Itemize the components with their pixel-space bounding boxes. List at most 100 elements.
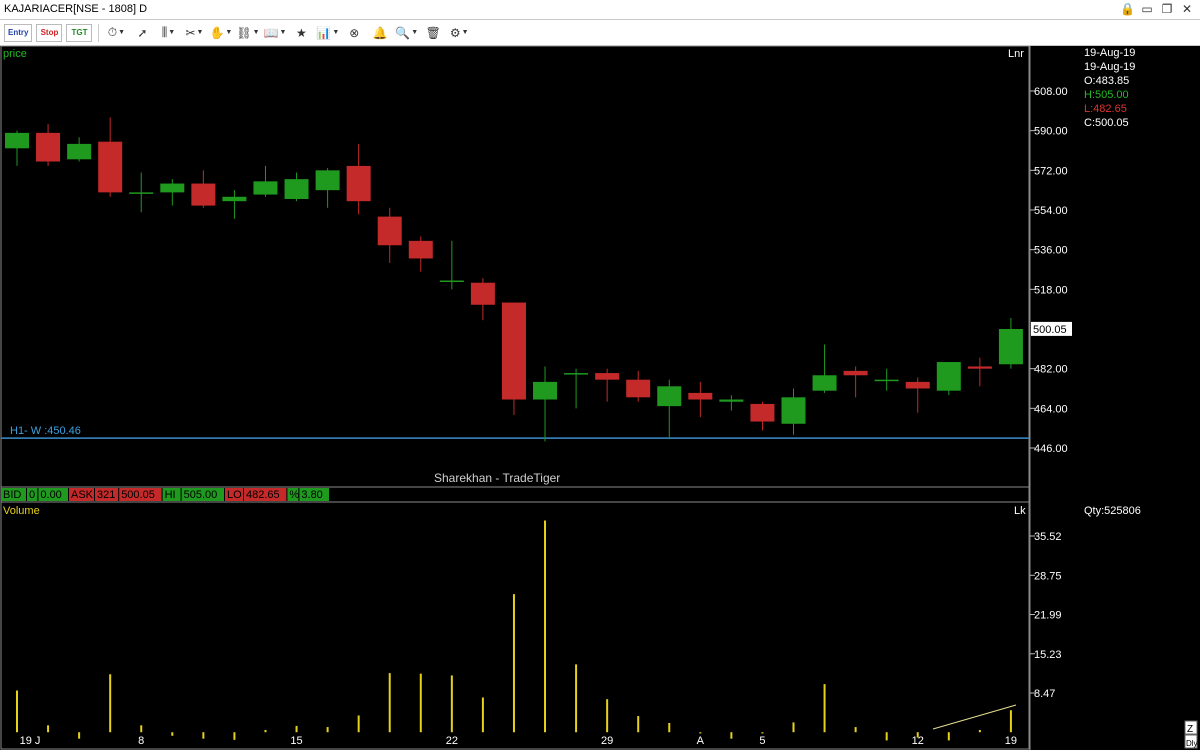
candle: [781, 388, 806, 435]
quote-value: 3.80: [301, 489, 322, 501]
volume-trend-line: [932, 704, 1017, 730]
zoom-corner-label: Z: [1187, 724, 1193, 735]
link-icon[interactable]: ⛓ ▼: [236, 23, 259, 43]
compare-icon[interactable]: ⊗: [343, 23, 365, 43]
candle: [843, 366, 868, 398]
stop-button[interactable]: Stop: [36, 23, 63, 42]
candle: [315, 168, 340, 208]
price-tick-label: 590.00: [1034, 126, 1068, 138]
price-tick-label: 482.00: [1034, 364, 1068, 376]
candle-body: [688, 392, 713, 400]
candle-body: [595, 373, 620, 380]
ohlc-close: C:500.05: [1084, 117, 1129, 129]
candle: [967, 357, 992, 387]
candle: [812, 344, 837, 393]
candle: [595, 368, 620, 402]
delete-icon[interactable]: 🗑: [422, 23, 444, 43]
close-icon[interactable]: ✕: [1180, 1, 1194, 17]
volume-tick-label: 35.52: [1034, 531, 1062, 543]
candle: [533, 366, 558, 442]
ohlc-date2: 19-Aug-19: [1084, 61, 1135, 73]
date-tick-label: 22: [446, 735, 458, 747]
date-tick-label: 19: [1005, 735, 1017, 747]
ohlc-open: O:483.85: [1084, 75, 1129, 87]
indicator-icon[interactable]: 📊 ▼: [316, 23, 339, 43]
candle: [750, 401, 775, 431]
hand-icon[interactable]: ✋ ▼: [209, 23, 232, 43]
candle-body: [222, 196, 247, 202]
price-tick-label: 500.05: [1033, 324, 1067, 336]
quote-label: HI: [165, 489, 176, 501]
settings-gear-icon[interactable]: ⚙ ▼: [448, 23, 470, 43]
quote-value: 0.00: [40, 489, 61, 501]
candle-body: [501, 302, 526, 400]
candle-body: [284, 179, 309, 199]
tgt-button[interactable]: TGT: [66, 23, 93, 42]
date-tick-label: 5: [759, 735, 765, 747]
candle-body: [626, 379, 651, 398]
candle: [36, 124, 61, 166]
candle: [439, 240, 464, 290]
candle-body: [967, 366, 992, 369]
quote-label: LO: [227, 489, 242, 501]
candle-body: [470, 282, 495, 305]
candle-body: [129, 192, 154, 194]
quote-label: BID: [3, 489, 21, 501]
price-tick-label: 572.00: [1034, 165, 1068, 177]
candle-body: [719, 399, 744, 402]
volume-tick-label: 8.47: [1034, 688, 1055, 700]
candle: [719, 395, 744, 411]
candle-type-icon[interactable]: ⫼ ▼: [157, 23, 179, 43]
quote-value: 0: [29, 489, 35, 501]
price-tick-label: 608.00: [1034, 86, 1068, 98]
price-scale-label: Lnr: [1008, 48, 1024, 60]
candle-body: [533, 381, 558, 400]
star-icon[interactable]: ★: [290, 23, 312, 43]
toolbar-divider: [98, 23, 100, 42]
candle: [408, 236, 433, 272]
candle-body: [936, 362, 961, 391]
zoom-icon[interactable]: 🔍 ▼: [395, 23, 418, 43]
period-corner-label: Dly: [1186, 739, 1198, 748]
date-tick-label: 15: [290, 735, 302, 747]
entry-button[interactable]: Entry: [4, 23, 33, 42]
lock-icon[interactable]: 🔒: [1120, 1, 1135, 17]
timer-icon[interactable]: ⏱ ▼: [105, 23, 127, 43]
candle-body: [781, 397, 806, 424]
candle-body: [253, 181, 278, 195]
price-tick-label: 536.00: [1034, 245, 1068, 257]
price-panel-frame: [0, 46, 1030, 503]
price-tick-label: 464.00: [1034, 403, 1068, 415]
hline-label: H1- W :450.46: [10, 425, 81, 437]
price-panel-label: price: [3, 48, 27, 60]
candle: [191, 170, 216, 208]
candle-body: [564, 373, 589, 375]
date-tick-label: 29: [601, 735, 613, 747]
candle: [346, 143, 371, 215]
chart-canvas[interactable]: price Lnr Sharekhan - TradeTiger H1- W :…: [0, 46, 1200, 750]
minimize-icon[interactable]: ▭: [1140, 1, 1154, 17]
quote-value: 500.05: [121, 489, 155, 501]
book-icon[interactable]: 📖 ▼: [264, 23, 287, 43]
date-tick-label: 8: [138, 735, 144, 747]
candle: [67, 137, 92, 162]
quote-value: 321: [97, 489, 115, 501]
price-tick-label: 518.00: [1034, 284, 1068, 296]
candle-body: [998, 329, 1023, 365]
candle: [936, 362, 961, 396]
price-tick-label: 446.00: [1034, 443, 1068, 455]
candle-body: [843, 370, 868, 376]
price-tick-label: 554.00: [1034, 205, 1068, 217]
date-tick-label: 19 J: [20, 735, 41, 747]
candle-body: [750, 403, 775, 422]
chart-toolbar: Entry Stop TGT ⏱ ▼ ➚ ⫼ ▼ ✂ ▼ ✋ ▼ ⛓ ▼ 📖 ▼ ★ 📊 ▼ …: [0, 20, 1200, 46]
restore-icon[interactable]: ❐: [1160, 1, 1174, 17]
quote-value: 505.00: [184, 489, 218, 501]
candle: [253, 165, 278, 197]
scissors-icon[interactable]: ✂ ▼: [183, 23, 205, 43]
alert-bell-icon[interactable]: 🔔: [369, 23, 391, 43]
candle-body: [408, 240, 433, 259]
candle-body: [36, 132, 61, 162]
cursor-icon[interactable]: ➚: [131, 23, 153, 43]
candle: [5, 130, 29, 166]
